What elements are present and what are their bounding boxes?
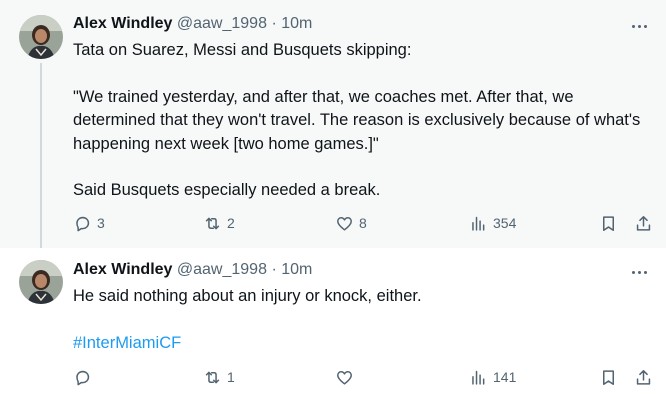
timestamp[interactable]: 10m <box>281 261 312 278</box>
separator-dot: · <box>271 15 277 32</box>
author-handle[interactable]: @aaw_1998 <box>177 15 267 32</box>
tweet-1[interactable]: Alex Windley @aaw_1998 · 10m Tata on Sua… <box>0 0 666 261</box>
hashtag-link[interactable]: #InterMiamiCF <box>73 334 181 352</box>
reply-icon <box>76 370 90 385</box>
share-button[interactable] <box>634 365 653 389</box>
bookmark-icon <box>602 215 615 231</box>
tweet-text: He said nothing about an injury or knock… <box>73 285 648 355</box>
tweet-actions: 3 2 8 354 <box>73 211 653 235</box>
thread-connector-line <box>40 63 42 261</box>
tweet-2[interactable]: Alex Windley @aaw_1998 · 10m He said not… <box>0 248 666 402</box>
repost-count: 1 <box>227 369 235 385</box>
repost-icon <box>205 371 220 383</box>
reply-button[interactable]: 3 <box>73 211 105 235</box>
author-handle[interactable]: @aaw_1998 <box>177 261 267 278</box>
views-button[interactable]: 141 <box>469 365 516 389</box>
avatar[interactable] <box>19 15 63 59</box>
avatar[interactable] <box>19 260 63 304</box>
author-name[interactable]: Alex Windley <box>73 15 172 32</box>
more-options-button[interactable] <box>628 262 650 282</box>
tweet-paragraph: Tata on Suarez, Messi and Busquets skipp… <box>73 41 412 59</box>
repost-icon <box>205 217 220 229</box>
view-count: 354 <box>493 215 517 231</box>
tweet-header: Alex Windley @aaw_1998 · 10m <box>73 260 312 280</box>
repost-count: 2 <box>227 215 235 231</box>
tweet-actions: 1 141 <box>73 365 653 389</box>
reply-icon <box>76 216 90 231</box>
views-icon <box>472 370 485 385</box>
bookmark-icon <box>602 369 615 385</box>
reply-button[interactable] <box>73 365 97 389</box>
timestamp[interactable]: 10m <box>281 15 312 32</box>
repost-button[interactable]: 1 <box>203 365 235 389</box>
repost-button[interactable]: 2 <box>203 211 235 235</box>
view-count: 141 <box>493 369 517 385</box>
more-options-button[interactable] <box>628 16 650 36</box>
tweet-paragraph: "We trained yesterday, and after that, w… <box>73 87 641 153</box>
author-name[interactable]: Alex Windley <box>73 261 172 278</box>
share-icon <box>636 369 651 385</box>
like-icon <box>337 370 352 385</box>
bookmark-button[interactable] <box>599 211 618 235</box>
tweet-paragraph: Said Busquets especially needed a break. <box>73 181 381 199</box>
tweet-text: Tata on Suarez, Messi and Busquets skipp… <box>73 39 648 203</box>
share-icon <box>636 215 651 231</box>
like-button[interactable] <box>335 365 359 389</box>
separator-dot: · <box>271 261 277 278</box>
like-count: 8 <box>359 215 367 231</box>
views-button[interactable]: 354 <box>469 211 516 235</box>
more-icon <box>631 24 635 28</box>
views-icon <box>472 216 485 231</box>
like-icon <box>337 216 352 231</box>
share-button[interactable] <box>634 211 653 235</box>
bookmark-button[interactable] <box>599 365 618 389</box>
more-icon <box>631 270 635 274</box>
tweet-header: Alex Windley @aaw_1998 · 10m <box>73 14 312 34</box>
like-button[interactable]: 8 <box>335 211 367 235</box>
tweet-paragraph: He said nothing about an injury or knock… <box>73 287 422 305</box>
reply-count: 3 <box>97 215 105 231</box>
